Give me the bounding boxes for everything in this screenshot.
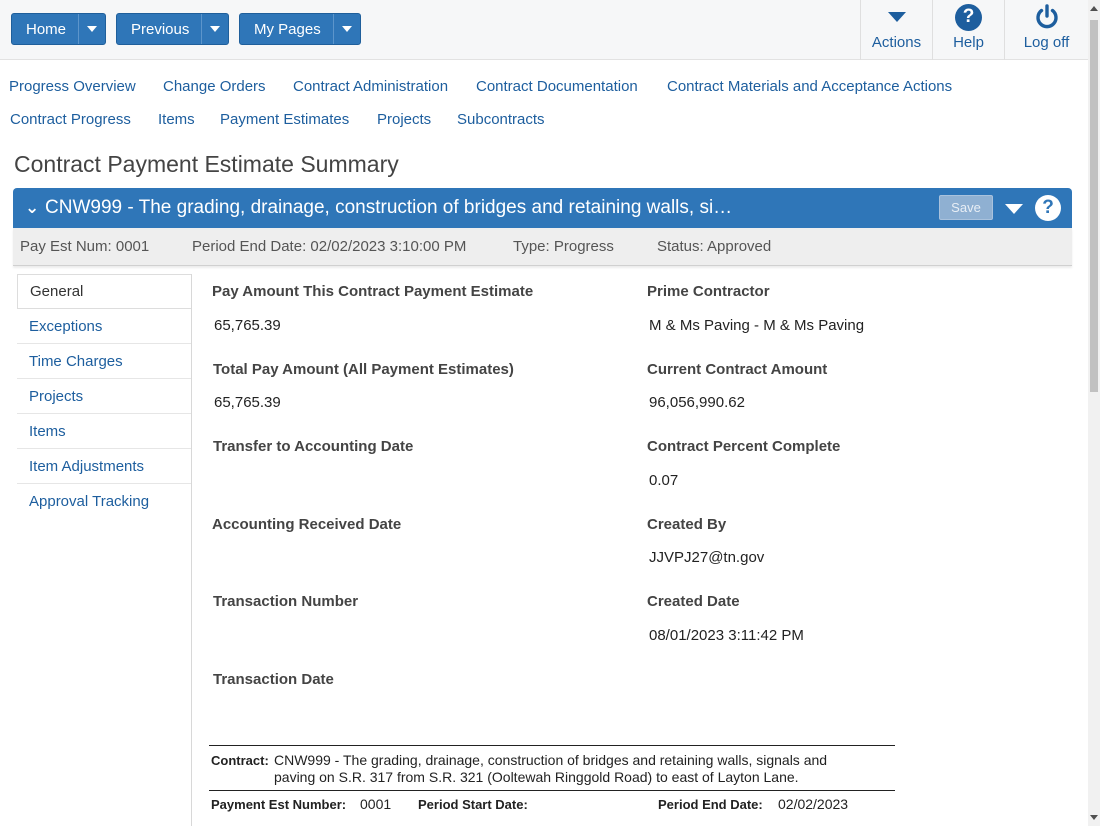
chevron-down-icon [87,26,98,32]
actions-menu-button[interactable]: Actions [860,0,932,60]
home-dropdown-caret[interactable] [78,14,105,44]
percent-complete-label: Contract Percent Complete [647,438,841,455]
scroll-down-arrow-icon[interactable] [1090,815,1098,820]
created-date-value: 08/01/2023 3:11:42 PM [649,627,804,644]
tab-general[interactable]: General [17,274,192,309]
tab-item-adjustments[interactable]: Item Adjustments [17,449,192,484]
period-end-date: Period End Date: 02/02/2023 3:10:00 PM [192,238,467,255]
top-actions: Actions ? Help Log off [860,0,1088,60]
link-contract-administration[interactable]: Contract Administration [293,78,448,95]
total-pay-label: Total Pay Amount (All Payment Estimates) [213,361,514,378]
transaction-date-label: Transaction Date [213,671,334,688]
pay-est-num: Pay Est Num: 0001 [20,238,150,255]
report-contract-line1: CNW999 - The grading, drainage, construc… [274,752,828,768]
tab-items[interactable]: Items [17,414,192,449]
report-pay-est-value: 0001 [360,796,392,812]
my-pages-dropdown-caret[interactable] [332,14,360,44]
estimate-info-strip: Pay Est Num: 0001 Period End Date: 02/02… [13,228,1072,266]
my-pages-button[interactable]: My Pages [239,13,361,45]
pay-amount-value: 65,765.39 [214,317,281,334]
prime-contractor-value: M & Ms Paving - M & Ms Paving [649,317,865,334]
link-contract-materials[interactable]: Contract Materials and Acceptance Action… [667,78,952,95]
link-progress-overview[interactable]: Progress Overview [9,78,136,95]
previous-button-label: Previous [131,20,190,38]
logoff-button[interactable]: Log off [1004,0,1088,60]
estimate-type: Type: Progress [513,238,614,255]
home-button-label: Home [26,20,67,38]
page-title: Contract Payment Estimate Summary [14,151,399,177]
scroll-up-arrow-icon[interactable] [1090,6,1098,11]
total-pay-value: 65,765.39 [214,394,281,411]
tab-time-charges[interactable]: Time Charges [17,344,192,379]
created-date-label: Created Date [647,593,740,610]
pay-amount-label: Pay Amount This Contract Payment Estimat… [212,283,534,300]
help-label: Help [953,34,984,51]
link-contract-documentation[interactable]: Contract Documentation [476,78,638,95]
transaction-number-label: Transaction Number [213,593,359,610]
report-period-end-label: Period End Date: [658,797,763,812]
actions-label: Actions [871,34,922,51]
top-header: Home Previous My Pages Actions ? Help Lo… [0,0,1088,60]
created-by-value: JJVPJ27@tn.gov [649,549,765,566]
link-change-orders[interactable]: Change Orders [163,78,266,95]
prime-contractor-label: Prime Contractor [647,283,770,300]
save-button[interactable]: Save [939,195,993,220]
chevron-down-icon [210,26,221,32]
report-mid-rule [209,790,895,791]
vertical-scrollbar[interactable] [1088,0,1100,826]
tab-projects[interactable]: Projects [17,379,192,414]
report-contract-line2: paving on S.R. 317 from S.R. 321 (Ooltew… [274,769,799,785]
actions-caret-icon [887,12,906,22]
report-period-end-value: 02/02/2023 [778,796,849,812]
link-items[interactable]: Items [158,111,195,128]
previous-button[interactable]: Previous [116,13,230,45]
component-menu-caret-icon[interactable] [1005,204,1023,214]
tab-approval-tracking[interactable]: Approval Tracking [17,484,192,519]
report-contract-label: Contract: [211,753,269,768]
accounting-received-date-label: Accounting Received Date [212,516,402,533]
created-by-label: Created By [647,516,727,533]
current-contract-amount-label: Current Contract Amount [647,361,828,378]
report-top-rule [209,745,895,746]
tab-exceptions[interactable]: Exceptions [17,309,192,344]
report-pay-est-label: Payment Est Number: [211,797,347,812]
current-contract-amount-value: 96,056,990.62 [649,394,745,411]
component-help-icon[interactable]: ? [1035,195,1061,221]
previous-dropdown-caret[interactable] [201,14,228,44]
transfer-accounting-date-label: Transfer to Accounting Date [213,438,414,455]
scrollbar-thumb[interactable] [1090,20,1098,392]
help-icon: ? [955,3,982,31]
contract-header-bar: ⌄ CNW999 - The grading, drainage, constr… [13,188,1072,228]
contract-title[interactable]: CNW999 - The grading, drainage, construc… [45,197,732,219]
logoff-label: Log off [1023,34,1070,51]
sidebar-divider [191,274,192,826]
link-projects[interactable]: Projects [377,111,431,128]
help-button[interactable]: ? Help [932,0,1004,60]
report-period-start-label: Period Start Date: [418,797,528,812]
my-pages-button-label: My Pages [254,20,321,38]
link-contract-progress[interactable]: Contract Progress [10,111,131,128]
percent-complete-value: 0.07 [649,472,679,489]
link-payment-estimates[interactable]: Payment Estimates [220,111,349,128]
chevron-down-icon [341,26,352,32]
link-subcontracts[interactable]: Subcontracts [457,111,545,128]
estimate-status: Status: Approved [657,238,772,255]
home-button[interactable]: Home [11,13,107,45]
power-icon [1035,4,1058,29]
collapse-chevron-icon[interactable]: ⌄ [25,198,39,218]
